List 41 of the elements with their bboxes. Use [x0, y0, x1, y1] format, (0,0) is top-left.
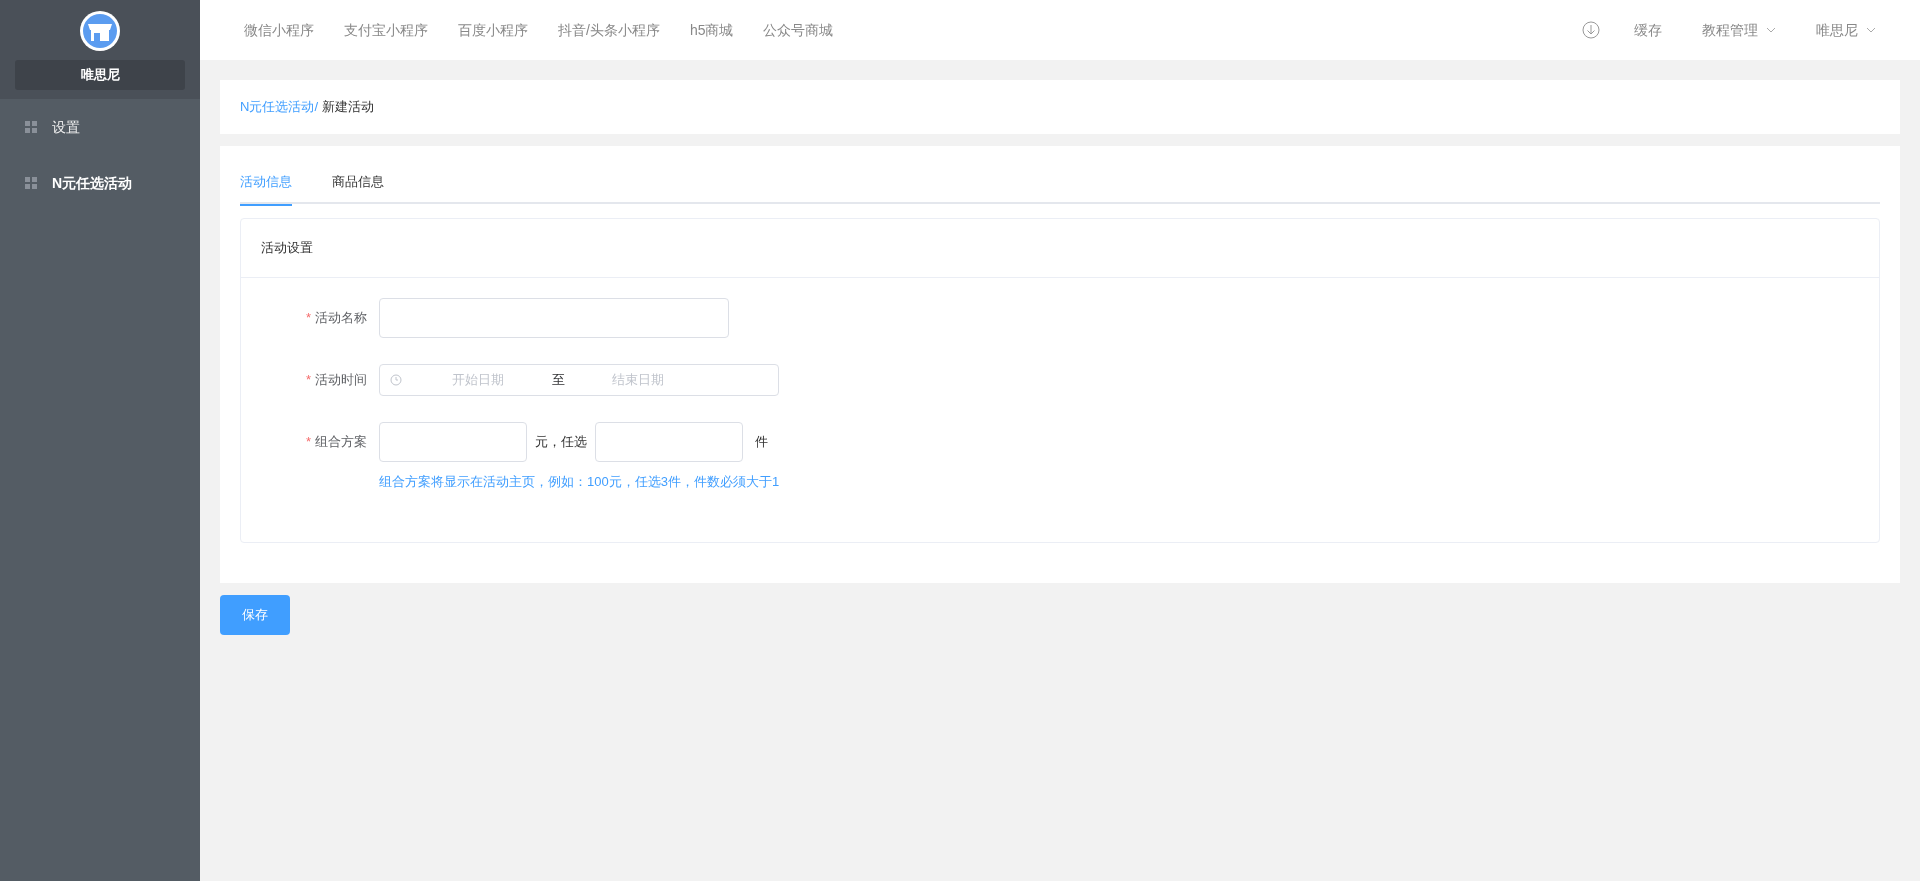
form-label: * 活动名称 [304, 309, 368, 328]
grid-icon [25, 121, 37, 133]
nav-link[interactable]: 公众号商城 [763, 19, 834, 41]
start-date-placeholder: 开始日期 [451, 371, 505, 390]
range-separator: 至 [550, 371, 566, 390]
dropdown-menu[interactable]: 教程管理 [1702, 19, 1776, 41]
shop-name: 唯思尼 [15, 60, 185, 90]
unit-text: 件 [755, 433, 768, 452]
activity-name-input[interactable] [379, 298, 729, 338]
breadcrumb-current: 新建活动 [322, 98, 374, 117]
tab[interactable]: 商品信息 [332, 172, 384, 206]
chevron-down-icon [1866, 27, 1876, 33]
sidebar-item[interactable]: N元任选活动 [0, 155, 200, 211]
form-label: * 活动时间 [304, 371, 368, 390]
nav-link[interactable]: 抖音/头条小程序 [558, 19, 660, 41]
download-icon[interactable] [1582, 21, 1600, 39]
nav-link[interactable]: h5商城 [689, 19, 734, 41]
required-asterisk: * [305, 310, 311, 326]
section-title: 活动设置 [261, 239, 313, 258]
tab[interactable]: 活动信息 [240, 172, 292, 206]
save-button[interactable]: 保存 [220, 594, 290, 635]
clock-icon [390, 374, 402, 386]
grid-icon [25, 177, 37, 189]
form-label: * 组合方案 [304, 433, 368, 452]
unit-text: 元，任选 [535, 433, 587, 452]
store-logo-icon [79, 10, 121, 52]
hint-text: 组合方案将显示在活动主页，例如：100元，任选3件，件数必须大于1 [379, 474, 780, 489]
nav-link[interactable]: 支付宝小程序 [344, 19, 428, 41]
cache-link[interactable]: 缓存 [1634, 19, 1662, 41]
quantity-input[interactable] [595, 422, 743, 462]
nav-link[interactable]: 微信小程序 [244, 19, 314, 41]
date-range-picker[interactable]: 开始日期 至 结束日期 [379, 364, 779, 396]
sidebar-item[interactable]: 设置 [0, 99, 200, 155]
nav-link[interactable]: 百度小程序 [458, 19, 528, 41]
price-input[interactable] [379, 422, 527, 462]
end-date-placeholder: 结束日期 [611, 371, 665, 390]
required-asterisk: * [305, 372, 311, 388]
dropdown-menu[interactable]: 唯思尼 [1816, 19, 1876, 41]
chevron-down-icon [1766, 27, 1776, 33]
breadcrumb-link[interactable]: N元任选活动/ [240, 97, 318, 117]
required-asterisk: * [305, 434, 311, 450]
